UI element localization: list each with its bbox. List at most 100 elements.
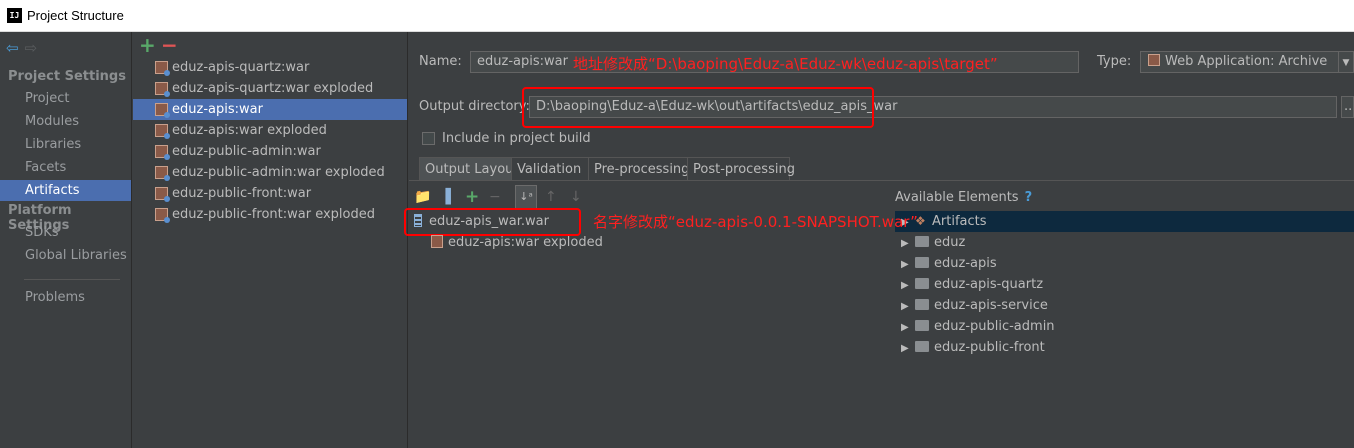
artifact-label: eduz-apis-quartz:war [172,60,310,75]
remove-artifact-icon[interactable]: − [161,33,178,57]
artifact-label: eduz-public-front:war exploded [172,207,375,222]
tab-pre-processing[interactable]: Pre-processing [588,157,689,181]
tab-post-processing[interactable]: Post-processing [687,157,795,181]
expand-arrow-icon[interactable]: ▶ [901,338,915,359]
intellij-icon: IJ [7,8,22,23]
expand-arrow-icon[interactable]: ▶ [901,254,915,275]
archive-icon[interactable]: ▐ [440,189,451,205]
war-icon [155,124,170,139]
available-item-module[interactable]: ▶ eduz-public-admin [895,316,1354,337]
output-directory-label: Output directory: [419,99,530,114]
back-arrow-icon[interactable]: ⇦ [6,39,19,57]
available-item-module[interactable]: ▶ eduz-apis-service [895,295,1354,316]
war-icon [155,61,170,76]
available-item-label: eduz-public-front [934,340,1045,355]
type-select[interactable]: Web Application: Archive ▼ [1140,51,1354,73]
available-item-label: eduz [934,235,966,250]
annotation-box-output-dir [522,87,874,128]
help-icon[interactable]: ? [1025,190,1033,205]
name-label: Name: [419,54,462,69]
war-icon [1148,54,1160,66]
layout-child-label: eduz-apis:war exploded [448,235,603,250]
nav-divider [24,279,120,280]
tab-divider [409,180,1354,181]
artifact-item[interactable]: eduz-apis:war exploded [133,120,407,141]
war-icon [155,145,170,160]
include-in-build-checkbox[interactable] [422,132,435,145]
available-item-label: eduz-apis [934,256,997,271]
tab-output-layout[interactable]: Output Layout [419,157,518,181]
available-item-label: eduz-apis-quartz [934,277,1044,292]
available-elements-header: Available Elements? [895,190,1032,205]
folder-icon [915,278,929,289]
available-item-artifacts[interactable]: ▶ ❖ Artifacts [895,211,1354,232]
war-icon [155,82,170,97]
include-in-build-label: Include in project build [442,131,591,146]
artifact-item[interactable]: eduz-public-front:war [133,183,407,204]
folder-icon [915,299,929,310]
available-elements-title: Available Elements [895,190,1019,205]
move-down-icon[interactable]: ↓ [570,189,582,205]
war-icon [431,235,443,248]
nav-item-facets[interactable]: Facets [0,157,131,178]
folder-icon [915,320,929,331]
available-item-module[interactable]: ▶ eduz-public-front [895,337,1354,358]
war-icon [155,187,170,202]
artifact-label: eduz-public-admin:war [172,144,321,159]
type-label: Type: [1097,54,1132,69]
artifact-label: eduz-apis-quartz:war exploded [172,81,374,96]
move-up-icon[interactable]: ↑ [545,189,557,205]
available-item-module[interactable]: ▶ eduz-apis [895,253,1354,274]
expand-arrow-icon[interactable]: ▶ [901,296,915,317]
artifact-label: eduz-public-admin:war exploded [172,165,385,180]
folder-icon [915,236,929,247]
new-directory-icon[interactable]: 📁 [414,189,431,205]
war-icon [155,103,170,118]
artifact-item[interactable]: eduz-apis-quartz:war exploded [133,78,407,99]
forward-arrow-icon[interactable]: ⇨ [25,39,38,57]
add-artifact-icon[interactable]: + [139,33,156,57]
artifact-item[interactable]: eduz-public-admin:war [133,141,407,162]
artifact-item[interactable]: eduz-public-admin:war exploded [133,162,407,183]
window-title: Project Structure [27,8,124,23]
folder-icon [915,341,929,352]
path-annotation: 地址修改成“D:\baoping\Eduz-a\Eduz-wk\eduz-api… [573,55,998,73]
artifact-label: eduz-apis:war exploded [172,123,327,138]
title-bar: IJ Project Structure [0,0,1354,32]
left-nav: ⇦ ⇨ Project Settings Project Modules Libr… [0,32,132,448]
name-value: eduz-apis:war [477,54,568,69]
nav-item-problems[interactable]: Problems [0,287,131,308]
tab-validation[interactable]: Validation [511,157,589,181]
nav-item-artifacts[interactable]: Artifacts [0,180,131,201]
expand-arrow-icon[interactable]: ▶ [901,233,915,254]
add-copy-icon[interactable]: + [465,189,479,206]
available-item-module[interactable]: ▶ eduz-apis-quartz [895,274,1354,295]
browse-button[interactable]: ... [1341,96,1354,118]
nav-item-libraries[interactable]: Libraries [0,134,131,155]
artifact-item[interactable]: eduz-public-front:war exploded [133,204,407,225]
type-value: Web Application: Archive [1165,54,1328,69]
nav-arrows: ⇦ ⇨ [6,39,37,57]
layout-child-item[interactable]: eduz-apis:war exploded [431,232,603,253]
expand-arrow-icon[interactable]: ▶ [901,275,915,296]
nav-item-project[interactable]: Project [0,88,131,109]
project-settings-header: Project Settings [8,69,126,84]
nav-item-sdks[interactable]: SDKs [0,222,131,243]
nav-item-modules[interactable]: Modules [0,111,131,132]
war-icon [155,208,170,223]
folder-icon [915,257,929,268]
artifact-item[interactable]: eduz-apis-quartz:war [133,57,407,78]
artifact-label: eduz-public-front:war [172,186,312,201]
artifact-item-selected[interactable]: eduz-apis:war [133,99,407,120]
chevron-down-icon: ▼ [1338,52,1353,72]
artifact-list-pane: + − eduz-apis-quartz:war eduz-apis-quart… [133,32,408,448]
expand-arrow-icon[interactable]: ▶ [901,317,915,338]
available-item-label: Artifacts [932,214,987,229]
sort-icon[interactable]: ↓ᵃ [515,185,537,209]
available-item-module[interactable]: ▶ eduz [895,232,1354,253]
war-icon [155,166,170,181]
name-annotation: 名字修改成“eduz-apis-0.0.1-SNAPSHOT.war” [593,213,918,231]
remove-icon[interactable]: − [489,189,501,205]
nav-item-global-libraries[interactable]: Global Libraries [0,245,131,266]
available-item-label: eduz-apis-service [934,298,1048,313]
